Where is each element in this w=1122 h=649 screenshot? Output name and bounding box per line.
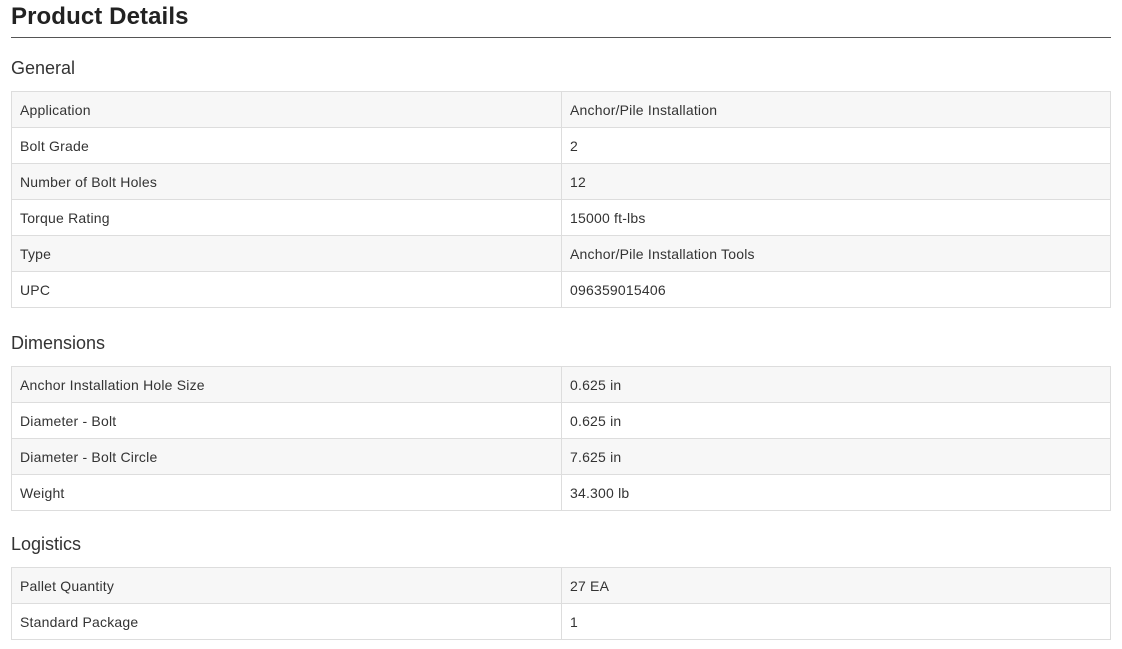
table-row: Weight 34.300 lb bbox=[11, 474, 1111, 511]
spec-value: 27 EA bbox=[561, 567, 1111, 604]
spec-value: Anchor/Pile Installation Tools bbox=[561, 235, 1111, 272]
spec-label: Diameter - Bolt bbox=[11, 402, 562, 439]
spec-value: 1 bbox=[561, 603, 1111, 640]
table-row: Diameter - Bolt 0.625 in bbox=[11, 402, 1111, 439]
spec-value: 34.300 lb bbox=[561, 474, 1111, 511]
spec-label: Type bbox=[11, 235, 562, 272]
table-row: Application Anchor/Pile Installation bbox=[11, 91, 1111, 128]
spec-value: 2 bbox=[561, 127, 1111, 164]
section-heading-general: General bbox=[11, 58, 76, 78]
spec-label: Pallet Quantity bbox=[11, 567, 562, 604]
spec-table-logistics: Pallet Quantity 27 EA Standard Package 1 bbox=[11, 567, 1111, 640]
spec-label: Anchor Installation Hole Size bbox=[11, 366, 562, 403]
title-divider bbox=[11, 37, 1111, 38]
table-row: Diameter - Bolt Circle 7.625 in bbox=[11, 438, 1111, 475]
table-row: Number of Bolt Holes 12 bbox=[11, 163, 1111, 200]
spec-table-dimensions: Anchor Installation Hole Size 0.625 in D… bbox=[11, 366, 1111, 511]
spec-value: Anchor/Pile Installation bbox=[561, 91, 1111, 128]
table-row: Standard Package 1 bbox=[11, 603, 1111, 640]
spec-label: Number of Bolt Holes bbox=[11, 163, 562, 200]
section-heading-logistics: Logistics bbox=[11, 534, 82, 554]
table-row: UPC 096359015406 bbox=[11, 271, 1111, 308]
spec-label: Weight bbox=[11, 474, 562, 511]
spec-value: 0.625 in bbox=[561, 402, 1111, 439]
spec-value: 0.625 in bbox=[561, 366, 1111, 403]
spec-label: Standard Package bbox=[11, 603, 562, 640]
table-row: Bolt Grade 2 bbox=[11, 127, 1111, 164]
table-row: Type Anchor/Pile Installation Tools bbox=[11, 235, 1111, 272]
spec-label: UPC bbox=[11, 271, 562, 308]
table-row: Anchor Installation Hole Size 0.625 in bbox=[11, 366, 1111, 403]
table-row: Pallet Quantity 27 EA bbox=[11, 567, 1111, 604]
section-heading-dimensions: Dimensions bbox=[11, 333, 106, 353]
spec-table-general: Application Anchor/Pile Installation Bol… bbox=[11, 91, 1111, 308]
spec-value: 15000 ft-lbs bbox=[561, 199, 1111, 236]
spec-label: Diameter - Bolt Circle bbox=[11, 438, 562, 475]
spec-label: Torque Rating bbox=[11, 199, 562, 236]
spec-label: Application bbox=[11, 91, 562, 128]
spec-value: 7.625 in bbox=[561, 438, 1111, 475]
page-title: Product Details bbox=[11, 3, 189, 30]
spec-label: Bolt Grade bbox=[11, 127, 562, 164]
spec-value: 12 bbox=[561, 163, 1111, 200]
spec-value: 096359015406 bbox=[561, 271, 1111, 308]
table-row: Torque Rating 15000 ft-lbs bbox=[11, 199, 1111, 236]
